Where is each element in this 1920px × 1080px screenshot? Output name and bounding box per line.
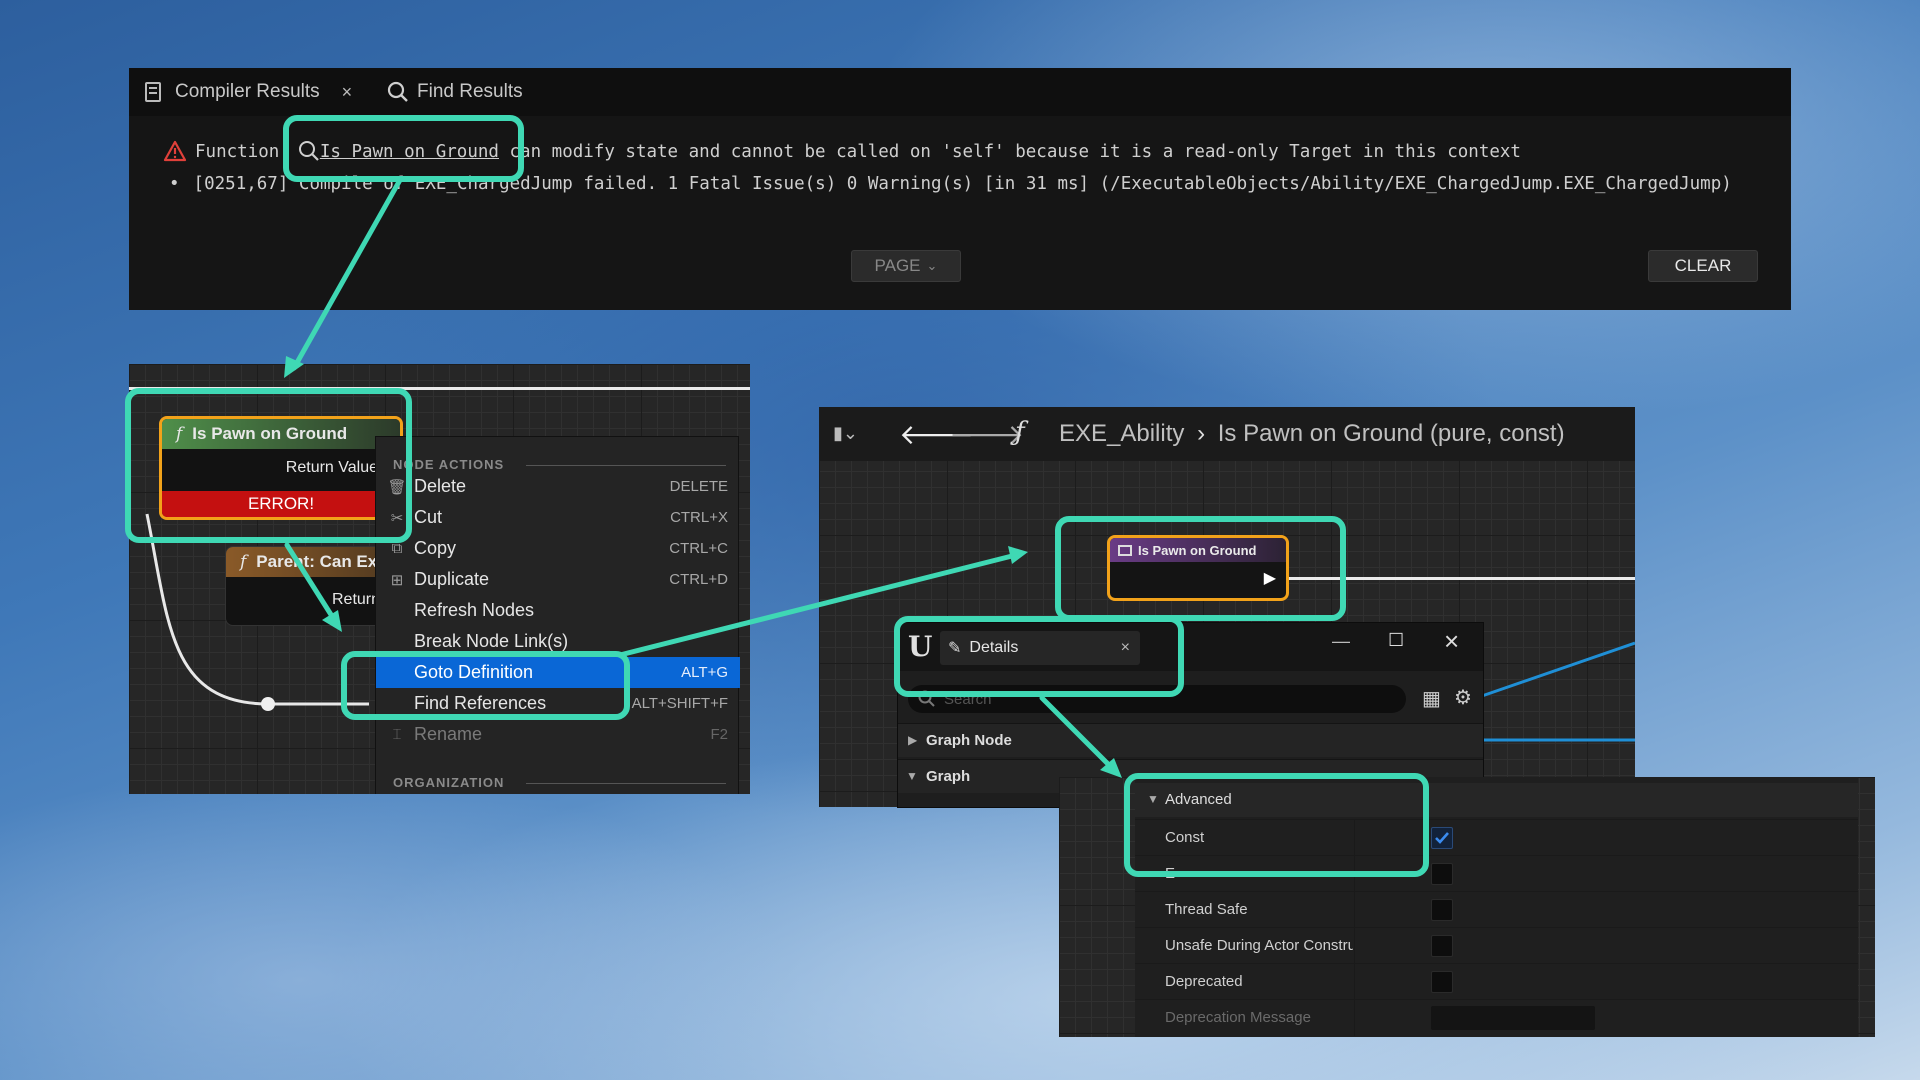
annotation-arrows xyxy=(284,177,1122,778)
